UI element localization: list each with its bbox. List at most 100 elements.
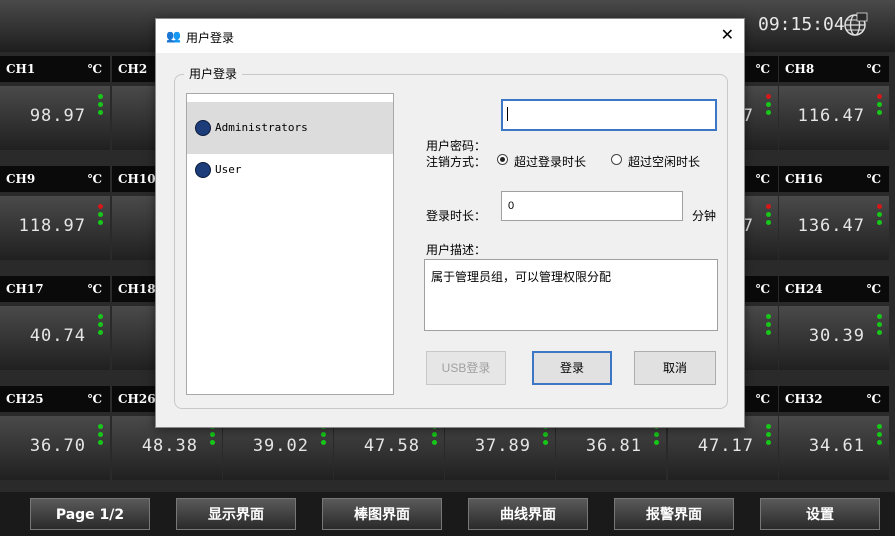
channel-unit: ℃ — [755, 392, 770, 406]
status-led — [766, 102, 771, 107]
status-led — [654, 432, 659, 437]
logout-label: 注销方式： — [426, 155, 487, 169]
status-led — [877, 440, 882, 445]
channel-body: 136.47 — [779, 196, 889, 260]
status-led — [877, 204, 882, 209]
status-led — [210, 432, 215, 437]
bottom-nav: Page 1/2 显示界面 棒图界面 曲线界面 报警界面 设置 — [0, 492, 895, 536]
status-led — [98, 314, 103, 319]
status-led — [877, 314, 882, 319]
status-leds — [766, 204, 772, 228]
channel-unit: ℃ — [755, 282, 770, 296]
status-leds — [877, 94, 883, 118]
status-led — [98, 110, 103, 115]
close-icon[interactable]: ✕ — [721, 25, 734, 45]
channel-value: 116.47 — [797, 106, 865, 126]
login-button[interactable]: 登录 — [532, 351, 612, 385]
dialog-titlebar: 👥 用户登录 ✕ — [156, 19, 744, 53]
radio-idle-duration[interactable] — [611, 154, 622, 165]
channel-body: 36.70 — [0, 416, 110, 480]
status-led — [877, 330, 882, 335]
radio-login-duration-label[interactable]: 超过登录时长 — [514, 153, 586, 170]
status-led — [98, 94, 103, 99]
status-leds — [766, 94, 772, 118]
status-leds — [877, 424, 883, 448]
channel-value: 36.81 — [585, 436, 642, 456]
channel-value: 98.97 — [29, 106, 86, 126]
channel-value: 39.02 — [252, 436, 309, 456]
channel-value: 136.47 — [797, 216, 865, 236]
channel-header: CH25 ℃ — [0, 386, 110, 412]
channel-value: 37.89 — [474, 436, 531, 456]
status-led — [432, 432, 437, 437]
status-led — [98, 212, 103, 217]
status-led — [766, 322, 771, 327]
globe-icon[interactable] — [842, 12, 868, 38]
description-textarea[interactable]: 属于管理员组，可以管理权限分配 — [424, 259, 718, 331]
channel-name: CH9 — [6, 172, 36, 186]
channel-header: CH24 ℃ — [779, 276, 889, 302]
channel-header: CH32 ℃ — [779, 386, 889, 412]
channel-name: CH32 — [785, 392, 823, 406]
channel-cell[interactable]: CH9 ℃ 118.97 — [0, 162, 110, 265]
channel-name: CH25 — [6, 392, 44, 406]
display-button[interactable]: 显示界面 — [176, 498, 296, 530]
alarm-button[interactable]: 报警界面 — [614, 498, 734, 530]
cancel-button[interactable]: 取消 — [634, 351, 716, 385]
channel-cell[interactable]: CH24 ℃ 30.39 — [779, 272, 889, 375]
status-led — [766, 432, 771, 437]
channel-name: CH24 — [785, 282, 823, 296]
status-led — [321, 432, 326, 437]
duration-unit: 分钟 — [692, 209, 717, 223]
channel-cell[interactable]: CH1 ℃ 98.97 — [0, 52, 110, 155]
status-led — [432, 440, 437, 445]
channel-cell[interactable]: CH32 ℃ 34.61 — [779, 382, 889, 485]
radio-login-duration[interactable] — [497, 154, 508, 165]
channel-name: CH18 — [118, 282, 156, 296]
channel-unit: ℃ — [866, 392, 881, 406]
channel-header: CH16 ℃ — [779, 166, 889, 192]
user-list[interactable]: Administrators User — [186, 93, 394, 395]
channel-body: 30.39 — [779, 306, 889, 370]
usb-login-button[interactable]: USB登录 — [426, 351, 506, 385]
channel-name: CH26 — [118, 392, 156, 406]
settings-button[interactable]: 设置 — [760, 498, 880, 530]
page-button[interactable]: Page 1/2 — [30, 498, 150, 530]
channel-cell[interactable]: CH17 ℃ 40.74 — [0, 272, 110, 375]
channel-cell[interactable]: CH16 ℃ 136.47 — [779, 162, 889, 265]
status-led — [877, 322, 882, 327]
bar-chart-button[interactable]: 棒图界面 — [322, 498, 442, 530]
user-item-user[interactable]: User — [187, 154, 393, 194]
user-item-administrators[interactable]: Administrators — [187, 102, 393, 154]
status-led — [98, 204, 103, 209]
channel-unit: ℃ — [866, 172, 881, 186]
channel-name: CH17 — [6, 282, 44, 296]
channel-value: 47.17 — [697, 436, 754, 456]
status-leds — [766, 314, 772, 338]
curve-button[interactable]: 曲线界面 — [468, 498, 588, 530]
channel-cell[interactable]: CH25 ℃ 36.70 — [0, 382, 110, 485]
group-label: 用户登录 — [184, 65, 243, 82]
login-dialog: 👥 用户登录 ✕ 用户登录 Administrators User 用户密码： … — [155, 18, 745, 428]
status-led — [766, 314, 771, 319]
channel-name: CH16 — [785, 172, 823, 186]
channel-unit: ℃ — [755, 172, 770, 186]
channel-cell[interactable]: CH8 ℃ 116.47 — [779, 52, 889, 155]
channel-body: 34.61 — [779, 416, 889, 480]
status-led — [543, 432, 548, 437]
status-led — [877, 102, 882, 107]
status-led — [98, 330, 103, 335]
status-led — [766, 94, 771, 99]
password-input[interactable] — [501, 99, 717, 131]
status-led — [766, 212, 771, 217]
password-label: 用户密码： — [426, 139, 487, 153]
duration-input[interactable]: 0 — [501, 191, 683, 221]
status-led — [877, 220, 882, 225]
channel-header: CH1 ℃ — [0, 56, 110, 82]
radio-idle-duration-label[interactable]: 超过空闲时长 — [628, 153, 700, 170]
status-led — [766, 220, 771, 225]
status-led — [766, 330, 771, 335]
status-led — [321, 440, 326, 445]
channel-name: CH8 — [785, 62, 815, 76]
channel-header: CH8 ℃ — [779, 56, 889, 82]
